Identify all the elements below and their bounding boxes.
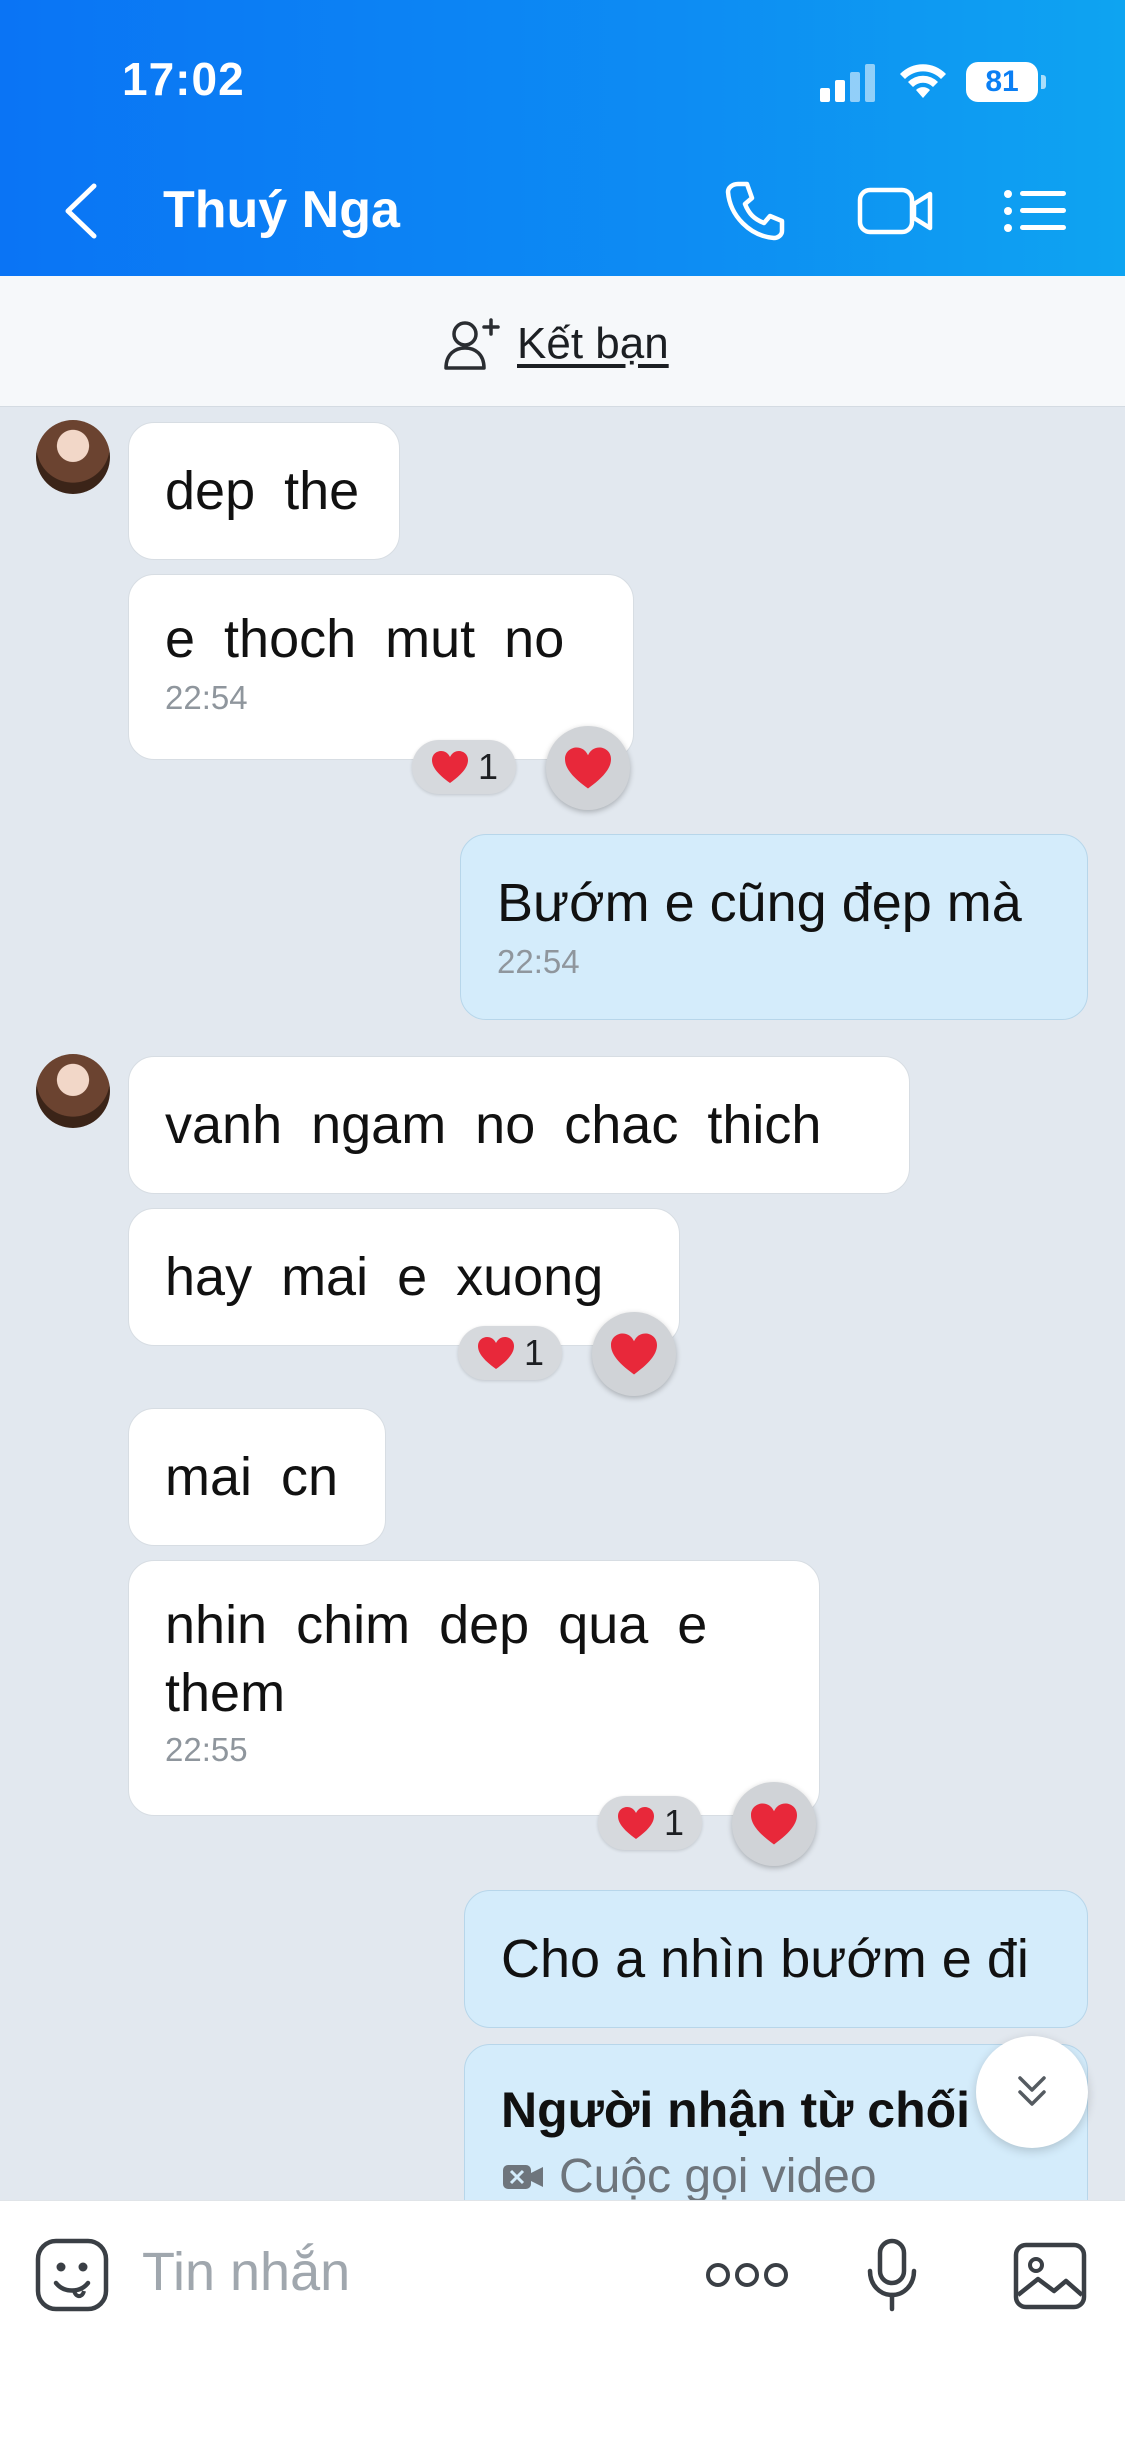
message-text: vanh ngam no chac thich [165, 1095, 822, 1155]
reaction-count[interactable]: 1 [458, 1326, 562, 1380]
react-heart-button[interactable] [592, 1312, 676, 1396]
message-text: Cho a nhìn bướm e đi [501, 1929, 1029, 1989]
incoming-message[interactable]: nhin chim dep qua e them 22:55 [128, 1560, 820, 1816]
sticker-icon[interactable] [34, 2237, 110, 2313]
incoming-message[interactable]: e thoch mut no 22:54 [128, 574, 634, 760]
message-text: hay mai e xuong [165, 1247, 604, 1307]
message-input-bar: Tin nhắn [0, 2200, 1125, 2437]
reaction-count[interactable]: 1 [598, 1796, 702, 1850]
chat-area[interactable]: dep the e thoch mut no 22:54 1 Bướm e cũ… [0, 406, 1125, 2200]
scroll-to-bottom-button[interactable] [976, 2036, 1088, 2148]
status-time: 17:02 [122, 53, 245, 105]
incoming-message[interactable]: dep the [128, 422, 400, 560]
wifi-icon [900, 64, 946, 98]
reaction-count-value: 1 [477, 746, 499, 787]
call-status-subtitle: Cuộc gọi video [559, 2150, 877, 2200]
outgoing-message[interactable]: Bướm e cũng đẹp mà 22:54 [460, 834, 1088, 1020]
menu-list-icon[interactable] [1002, 176, 1068, 246]
image-icon[interactable] [1012, 2241, 1088, 2311]
add-friend-label: Kết bạn [517, 319, 669, 368]
add-friend-bar: Kết bạn [0, 276, 1125, 407]
message-text: nhin chim dep qua e them [165, 1595, 708, 1723]
incoming-message[interactable]: mai cn [128, 1408, 386, 1546]
double-chevron-down-icon [1018, 2076, 1046, 2106]
incoming-message[interactable]: hay mai e xuong [128, 1208, 680, 1346]
battery-indicator: 81 [966, 62, 1046, 102]
add-friend-icon [444, 318, 500, 370]
contact-avatar[interactable] [36, 1054, 110, 1128]
cellular-signal-icon [820, 64, 875, 102]
message-text: e thoch mut no [165, 609, 565, 669]
heart-icon [751, 1803, 797, 1845]
message-time: 22:55 [165, 1731, 248, 1768]
app-header: 17:02 81 Thuý Nga [0, 0, 1125, 276]
phone-icon[interactable] [720, 176, 790, 246]
more-icon[interactable] [704, 2259, 790, 2291]
call-status-title: Người nhận từ chối [501, 2082, 971, 2138]
react-heart-button[interactable] [732, 1782, 816, 1866]
message-time: 22:54 [165, 679, 248, 716]
add-friend-button[interactable]: Kết bạn [443, 314, 669, 374]
video-call-icon [503, 2164, 543, 2189]
outgoing-message[interactable]: Cho a nhìn bướm e đi [464, 1890, 1088, 2028]
message-text: dep the [165, 461, 360, 521]
contact-avatar[interactable] [36, 420, 110, 494]
react-heart-button[interactable] [546, 726, 630, 810]
back-icon[interactable] [58, 180, 102, 242]
heart-icon [431, 751, 468, 783]
battery-level: 81 [966, 62, 1038, 102]
heart-icon [477, 1337, 514, 1369]
incoming-message[interactable]: vanh ngam no chac thich [128, 1056, 910, 1194]
heart-icon [565, 747, 611, 789]
message-time: 22:54 [497, 943, 580, 980]
message-text: Bướm e cũng đẹp mà [497, 873, 1022, 933]
reaction-count-value: 1 [663, 1802, 685, 1843]
contact-name[interactable]: Thuý Nga [163, 180, 400, 240]
message-input[interactable]: Tin nhắn [142, 2241, 350, 2303]
reaction-count[interactable]: 1 [412, 740, 516, 794]
microphone-icon[interactable] [866, 2237, 918, 2313]
heart-icon [617, 1807, 654, 1839]
reaction-count-value: 1 [523, 1332, 545, 1373]
message-text: mai cn [165, 1447, 339, 1507]
heart-icon [611, 1333, 657, 1375]
video-icon[interactable] [856, 176, 936, 246]
